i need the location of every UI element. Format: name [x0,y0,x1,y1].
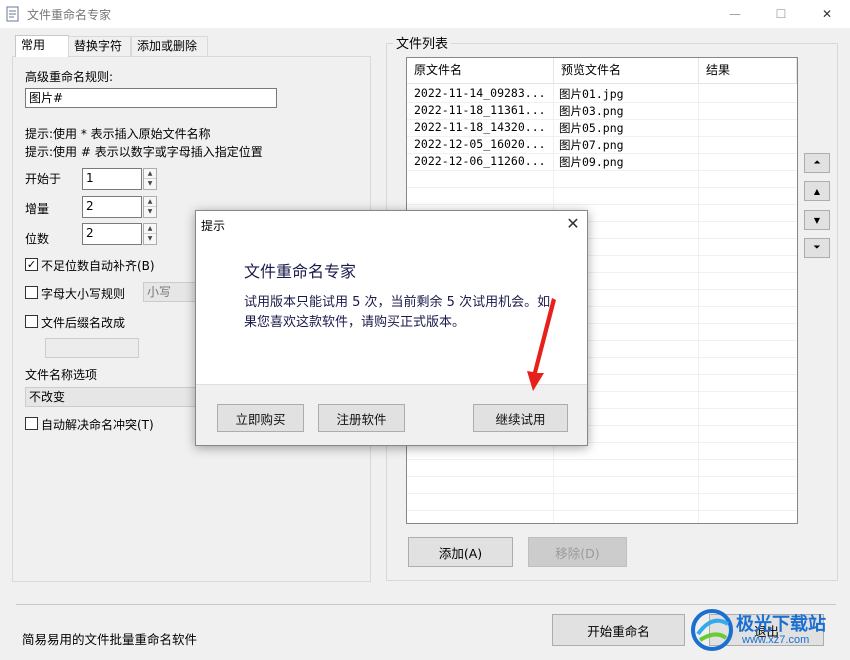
column-original-name[interactable]: 原文件名 [407,58,554,84]
dialog-heading: 文件重命名专家 [244,262,357,281]
down-arrow-icon[interactable]: ▼ [144,234,156,244]
file-list-title: 文件列表 [393,33,452,52]
continue-trial-button[interactable]: 继续试用 [473,404,568,432]
ext-label: 文件后缀名改成 [41,316,126,330]
row-separator [407,187,797,188]
row-separator [407,204,797,205]
table-row[interactable]: 2022-11-14_09283... 图片01.jpg [407,85,797,102]
cell-original-name: 2022-12-05_16020... [414,137,546,151]
cell-original-name: 2022-11-14_09283... [414,86,546,100]
remove-button[interactable]: 移除(D) [528,537,627,567]
move-down-icon: ▼ [813,215,821,225]
column-preview-name[interactable]: 预览文件名 [554,58,699,84]
digits-stepper[interactable]: ▲ ▼ [143,223,157,245]
maximize-button[interactable]: ☐ [758,0,804,28]
register-button[interactable]: 注册软件 [318,404,405,432]
dialog-close-icon[interactable]: ✕ [562,214,584,234]
digits-input[interactable]: 2 [82,223,142,245]
cell-preview-name: 图片09.png [559,155,624,169]
move-top-button[interactable]: ⏶ [804,153,830,173]
divider [16,604,836,605]
up-arrow-icon[interactable]: ▲ [144,197,156,207]
close-button[interactable]: ✕ [804,0,850,28]
annotation-arrow-icon [527,298,556,391]
cell-preview-name: 图片05.png [559,121,624,135]
move-up-button[interactable]: ▲ [804,181,830,201]
start-stepper[interactable]: ▲ ▼ [143,168,157,190]
name-option-label: 文件名称选项 [25,368,98,382]
row-separator [407,476,797,477]
digits-label: 位数 [25,232,50,246]
case-label: 字母大小写规则 [41,287,126,301]
down-arrow-icon[interactable]: ▼ [144,207,156,217]
app-icon [6,6,20,22]
increment-stepper[interactable]: ▲ ▼ [143,196,157,218]
status-text: 简易易用的文件批量重命名软件 [22,632,198,647]
add-button[interactable]: 添加(A) [408,537,513,567]
conflict-label: 自动解决命名冲突(T) [41,418,154,432]
rule-input[interactable]: 图片# [25,88,277,108]
up-arrow-icon[interactable]: ▲ [144,224,156,234]
move-down-button[interactable]: ▼ [804,210,830,230]
cell-original-name: 2022-11-18_14320... [414,120,546,134]
pad-checkbox[interactable]: ✓ [25,258,38,271]
checkmark-icon: ✓ [26,258,37,271]
move-top-icon: ⏶ [813,158,821,168]
table-row[interactable]: 2022-11-18_14320... 图片05.png [407,119,797,136]
rule-label: 高级重命名规则: [25,70,114,84]
table-row[interactable]: 2022-11-18_11361... 图片03.png [407,102,797,119]
move-bottom-icon: ⏷ [813,243,821,253]
hint-asterisk: 提示:使用 * 表示插入原始文件名称 [25,127,211,141]
pad-label: 不足位数自动补齐(B) [41,259,155,273]
increment-input[interactable]: 2 [82,196,142,218]
conflict-checkbox[interactable] [25,417,38,430]
move-up-icon: ▲ [813,186,821,196]
cell-original-name: 2022-12-06_11260... [414,154,546,168]
cell-preview-name: 图片03.png [559,104,624,118]
dialog-title: 提示 [201,219,226,233]
up-arrow-icon[interactable]: ▲ [144,169,156,179]
ext-input[interactable] [45,338,139,358]
row-separator [407,170,797,171]
dialog-message: 试用版本只能试用 5 次，当前剩余 5 次试用机会。如果您喜欢这款软件，请购买正… [244,295,551,330]
name-option-select[interactable]: 不改变 [25,387,200,407]
down-arrow-icon[interactable]: ▼ [144,179,156,189]
row-separator [407,510,797,511]
tab-add-or-delete[interactable]: 添加或删除 [131,36,208,56]
case-checkbox[interactable] [25,286,38,299]
watermark-brand: 极光下载站 [736,614,826,635]
cell-preview-name: 图片01.jpg [559,87,624,101]
tab-replace-chars[interactable]: 替换字符 [68,36,131,56]
watermark-logo-icon [691,609,733,651]
ext-checkbox[interactable] [25,315,38,328]
watermark: 极光下载站 www.xz7.com [690,606,850,660]
hint-hash: 提示:使用 # 表示以数字或字母插入指定位置 [25,145,263,159]
cell-original-name: 2022-11-18_11361... [414,103,546,117]
start-rename-button[interactable]: 开始重命名 [552,614,685,646]
column-result[interactable]: 结果 [699,58,797,84]
row-separator [407,459,797,460]
tab-common[interactable]: 常用 [15,35,69,57]
row-separator [407,493,797,494]
cell-preview-name: 图片07.png [559,138,624,152]
move-bottom-button[interactable]: ⏷ [804,238,830,258]
increment-label: 增量 [25,202,50,216]
window-title: 文件重命名专家 [27,8,112,22]
start-input[interactable]: 1 [82,168,142,190]
table-row[interactable]: 2022-12-05_16020... 图片07.png [407,136,797,153]
minimize-button[interactable]: — [712,0,758,28]
table-row[interactable]: 2022-12-06_11260... 图片09.png [407,153,797,170]
case-select[interactable]: 小写 [143,282,199,302]
start-label: 开始于 [25,172,62,186]
watermark-url: www.xz7.com [742,634,810,646]
buy-now-button[interactable]: 立即购买 [217,404,304,432]
